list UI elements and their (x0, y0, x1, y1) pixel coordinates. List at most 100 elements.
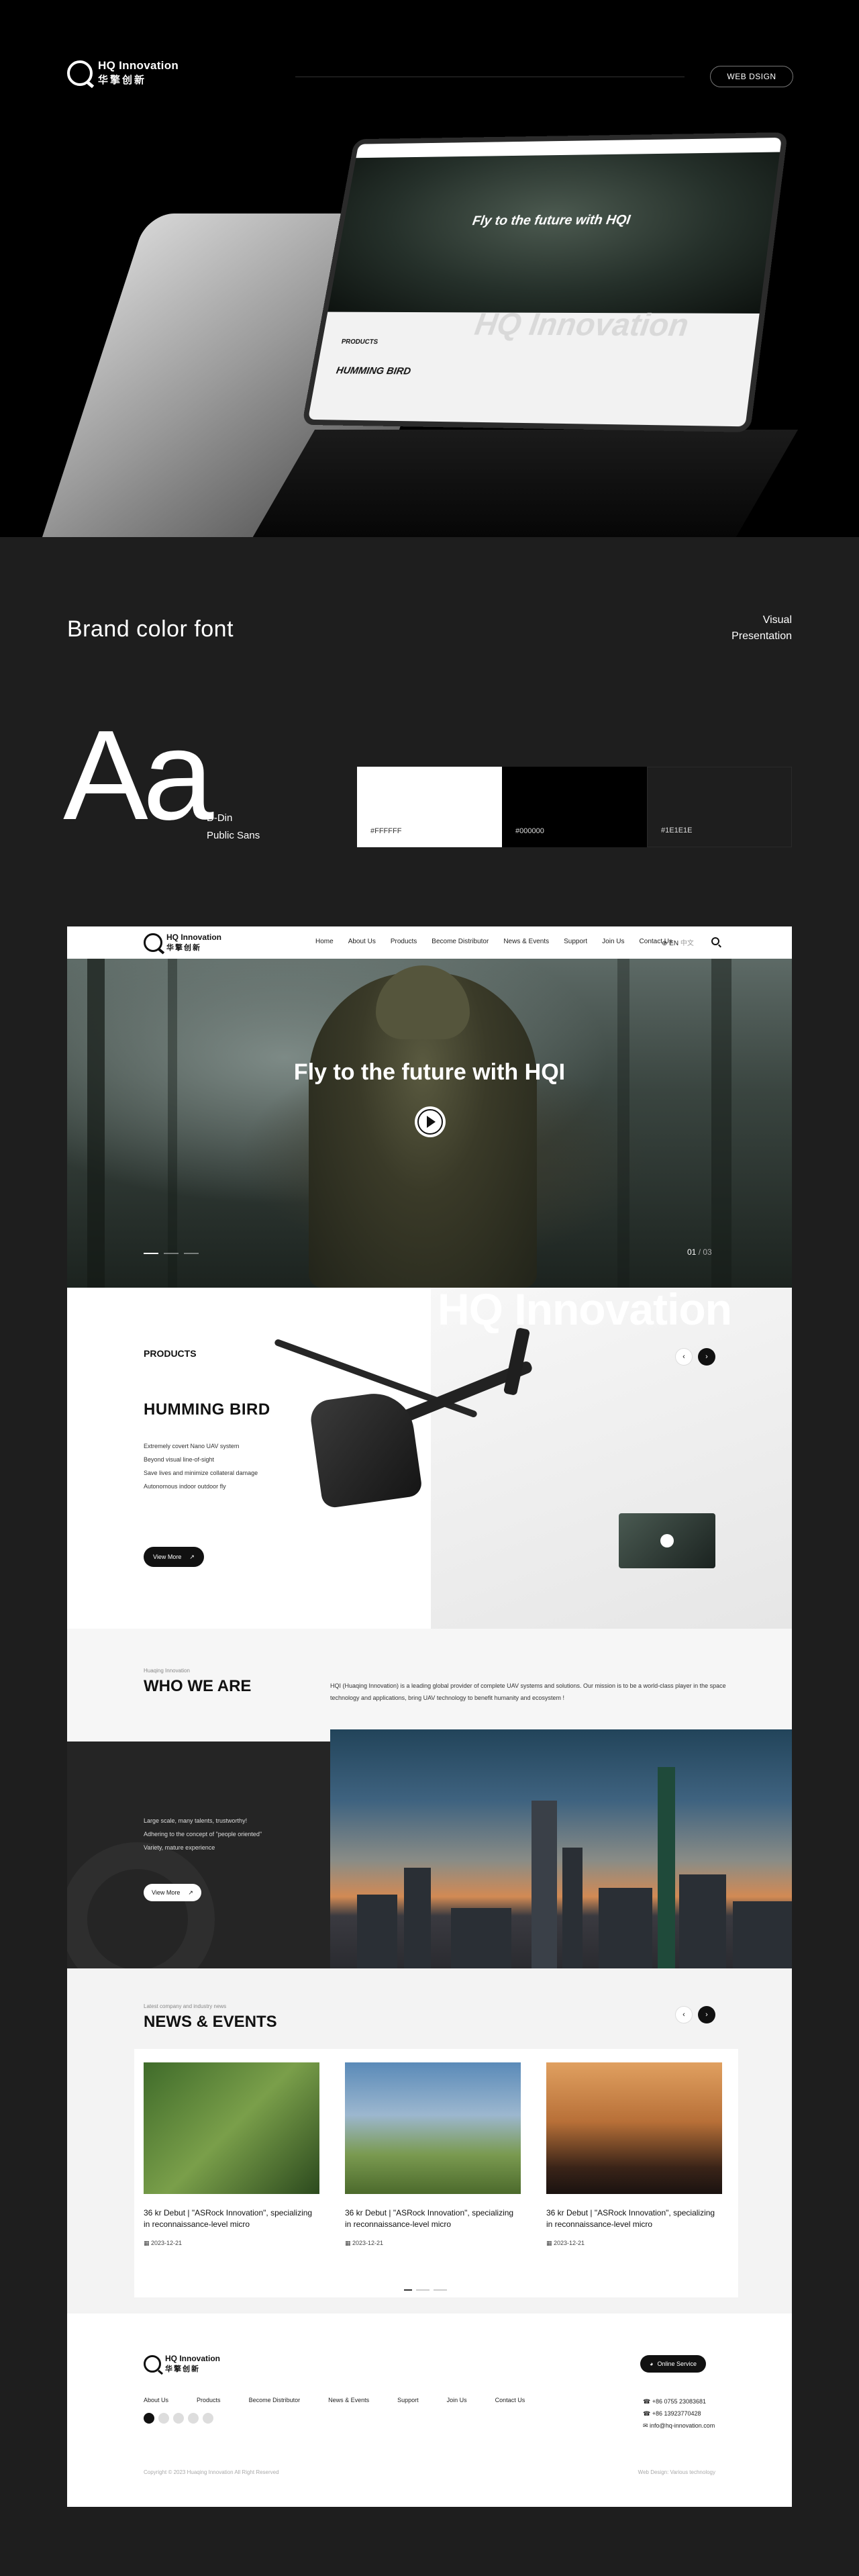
language-switch[interactable]: ⊕ EN 中文 (662, 937, 694, 947)
logo-watermark-icon (67, 1842, 215, 1968)
footer-link-products[interactable]: Products (197, 2397, 221, 2403)
footer-logo[interactable]: HQ Innovation 华擎创新 (144, 2354, 220, 2374)
next-arrow-icon[interactable]: › (698, 1348, 715, 1366)
product-view-more-button[interactable]: View More ↗ (144, 1547, 204, 1567)
footer-link-contact-us[interactable]: Contact Us (495, 2397, 525, 2403)
search-icon[interactable] (711, 937, 719, 945)
products-watermark: HQ Innovation (438, 1284, 731, 1335)
news-prev-arrow-icon[interactable]: ‹ (675, 2006, 693, 2023)
swatch-label: #FFFFFF (370, 827, 401, 835)
news-image (144, 2062, 319, 2194)
news-card-title: 36 kr Debut | "ASRock Innovation", speci… (144, 2207, 319, 2230)
view-more-label: View More (152, 1889, 180, 1896)
news-title: NEWS & EVENTS (144, 2013, 277, 2032)
youtube-icon[interactable] (188, 2413, 199, 2424)
building-shape (451, 1908, 511, 1968)
swatch-black: #000000 (502, 767, 647, 847)
news-card-title: 36 kr Debut | "ASRock Innovation", speci… (546, 2207, 722, 2230)
news-dot[interactable] (404, 2289, 412, 2291)
footer-link-become-distributor[interactable]: Become Distributor (249, 2397, 301, 2403)
arrow-up-right-icon: ↗ (189, 1554, 195, 1561)
nav-become-distributor[interactable]: Become Distributor (432, 938, 489, 945)
news-card[interactable]: 36 kr Debut | "ASRock Innovation", speci… (134, 2049, 336, 2297)
mail-icon: ✉ (643, 2422, 650, 2429)
nav-products[interactable]: Products (391, 938, 417, 945)
nav-home[interactable]: Home (315, 938, 334, 945)
linkedin-icon[interactable] (144, 2413, 154, 2424)
news-dot[interactable] (434, 2289, 447, 2291)
nav-join-us[interactable]: Join Us (602, 938, 624, 945)
facebook-icon[interactable] (158, 2413, 169, 2424)
phone-icon: ☎ (643, 2398, 652, 2405)
news-image (546, 2062, 722, 2194)
email-line: ✉ info@hq-innovation.com (643, 2420, 715, 2432)
online-service-button[interactable]: ◕ Online Service (640, 2355, 706, 2373)
social-icons (144, 2413, 213, 2424)
hero-title: Fly to the future with HQI (67, 1059, 792, 1086)
news-pagination (404, 2289, 447, 2291)
logo-icon (67, 60, 93, 86)
brand-name: HQ Innovation (98, 59, 179, 73)
news-date: 2023-12-21 (151, 2240, 182, 2246)
news-card-title: 36 kr Debut | "ASRock Innovation", speci… (345, 2207, 521, 2230)
lang-cn[interactable]: 中文 (680, 940, 694, 947)
footer-link-join-us[interactable]: Join Us (447, 2397, 467, 2403)
nav-about-us[interactable]: About Us (348, 938, 376, 945)
feature-item: Extremely covert Nano UAV system (144, 1439, 258, 1453)
logo-icon (144, 933, 162, 952)
brand-section-title: Brand color font (67, 616, 234, 642)
nav-support[interactable]: Support (564, 938, 587, 945)
building-shape (532, 1801, 557, 1968)
lang-en[interactable]: EN (669, 940, 678, 947)
about-point: Adhering to the concept of "people orien… (144, 1827, 262, 1841)
news-card[interactable]: 36 kr Debut | "ASRock Innovation", speci… (336, 2049, 537, 2297)
visual-presentation: Visual Presentation (731, 612, 792, 645)
footer-link-about-us[interactable]: About Us (144, 2397, 168, 2403)
news-next-arrow-icon[interactable]: › (698, 2006, 715, 2023)
font-name-2: Public Sans (207, 827, 260, 845)
swatch-white: #FFFFFF (357, 767, 502, 847)
calendar-icon: ▦ (546, 2240, 554, 2246)
product-video-thumb[interactable] (619, 1513, 715, 1568)
hero-dot[interactable] (144, 1253, 158, 1254)
visual-line1: Visual (731, 612, 792, 628)
about-point: Large scale, many talents, trustworthy! (144, 1814, 262, 1827)
feature-item: Beyond visual line-of-sight (144, 1453, 258, 1466)
twitter-icon[interactable] (173, 2413, 184, 2424)
email[interactable]: info@hq-innovation.com (650, 2422, 715, 2429)
hero-dot[interactable] (164, 1253, 179, 1254)
building-shape (733, 1901, 792, 1968)
laptop-keyboard (249, 430, 798, 537)
product-features: Extremely covert Nano UAV system Beyond … (144, 1439, 258, 1493)
footer-link-support[interactable]: Support (397, 2397, 419, 2403)
play-icon[interactable] (415, 1106, 446, 1137)
building-shape (599, 1888, 652, 1968)
nav-news-events[interactable]: News & Events (503, 938, 549, 945)
about-view-more-button[interactable]: View More ↗ (144, 1884, 201, 1901)
news-section: Latest company and industry news NEWS & … (67, 1968, 792, 2313)
laptop-hero: Fly to the future with HQI (327, 152, 780, 313)
swatch-label: #000000 (515, 827, 544, 835)
who-we-are-section: Huaqing Innovation WHO WE ARE HQI (Huaqi… (67, 1629, 792, 1742)
footer-link-news-events[interactable]: News & Events (328, 2397, 369, 2403)
news-card-date: ▦ 2023-12-21 (345, 2240, 383, 2247)
view-more-label: View More (153, 1554, 181, 1560)
phone-2: +86 13923770428 (652, 2410, 701, 2417)
drone-image (309, 1388, 423, 1509)
site-logo-name: HQ Innovation (166, 933, 221, 942)
news-dot[interactable] (416, 2289, 430, 2291)
building-shape (658, 1767, 675, 1968)
instagram-icon[interactable] (203, 2413, 213, 2424)
hero-dot[interactable] (184, 1253, 199, 1254)
site-logo[interactable]: HQ Innovation 华擎创新 (144, 933, 221, 953)
feature-item: Autonomous indoor outdoor fly (144, 1480, 258, 1493)
news-card[interactable]: 36 kr Debut | "ASRock Innovation", speci… (537, 2049, 738, 2297)
laptop-screen: Fly to the future with HQI HQ Innovation… (302, 132, 788, 432)
tree-shape (711, 959, 731, 1288)
prev-arrow-icon[interactable]: ‹ (675, 1348, 693, 1366)
laptop-hero-title: Fly to the future with HQI (471, 213, 631, 229)
website-mockup: HQ Innovation 华擎创新 Home About Us Product… (67, 926, 792, 2507)
phone-icon: ☎ (643, 2410, 652, 2417)
product-stage (431, 1288, 792, 1629)
product-name: HUMMING BIRD (144, 1400, 270, 1419)
